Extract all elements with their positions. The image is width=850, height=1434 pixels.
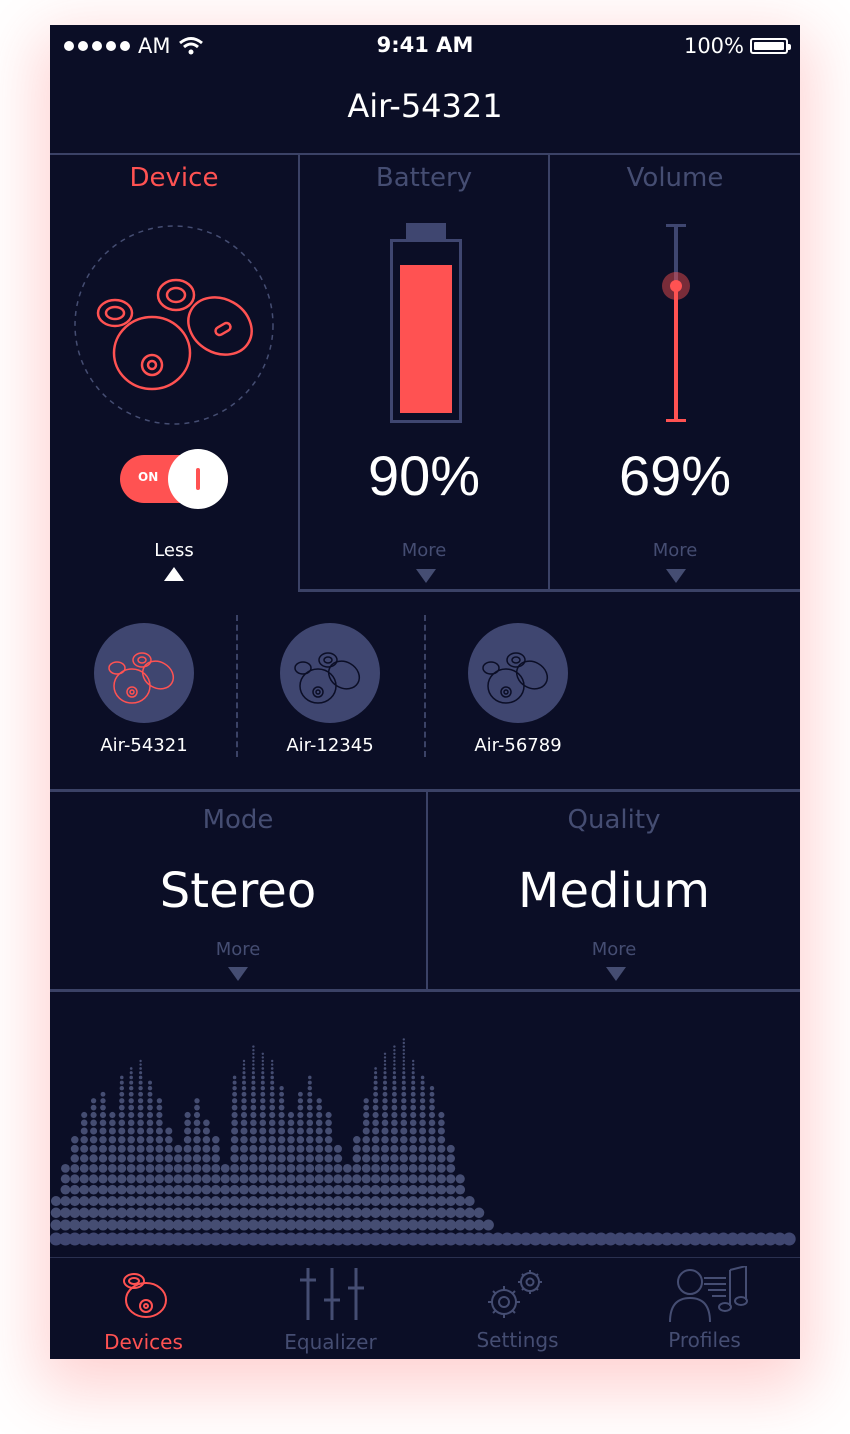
battery-cap — [406, 223, 446, 239]
battery-value: 90% — [367, 444, 481, 507]
device-avatar[interactable] — [94, 623, 194, 723]
equalizer-visualizer — [50, 1038, 796, 1246]
volume-label[interactable]: Volume — [550, 163, 800, 193]
chevron-down-icon[interactable] — [416, 569, 436, 583]
divider — [298, 589, 800, 592]
quality-more-label[interactable]: More — [428, 939, 800, 960]
device-name: Air-56789 — [474, 735, 562, 756]
divider — [548, 153, 550, 589]
device-item[interactable]: Air-56789 — [438, 623, 598, 756]
volume-more-label[interactable]: More — [550, 540, 800, 561]
battery-icon — [750, 38, 791, 54]
tab-settings[interactable]: Settings — [424, 1328, 611, 1352]
slider-bottom-cap — [666, 419, 686, 422]
mode-label[interactable]: Mode — [50, 805, 426, 835]
profile-music-icon[interactable] — [668, 1266, 752, 1322]
device-item[interactable]: Air-54321 — [64, 623, 224, 756]
battery-fill — [400, 265, 452, 413]
tab-profiles[interactable]: Profiles — [611, 1328, 798, 1352]
device-separator — [236, 615, 238, 757]
status-battery: 100% — [683, 34, 791, 58]
earbud-icon — [123, 1273, 167, 1318]
volume-value: 69% — [618, 444, 732, 507]
battery-gauge — [390, 239, 462, 423]
device-name: Air-54321 — [100, 735, 188, 756]
device-avatar[interactable] — [468, 623, 568, 723]
status-bar: AM 9:41 AM 100% — [50, 25, 800, 67]
volume-slider-fill — [674, 286, 678, 421]
volume-slider-knob[interactable] — [662, 272, 690, 300]
less-label[interactable]: Less — [50, 540, 298, 561]
earbuds-icon — [74, 225, 274, 425]
earbuds-icon — [294, 652, 361, 704]
device-name: Air-12345 — [286, 735, 374, 756]
chevron-down-icon[interactable] — [666, 569, 686, 583]
quality-label[interactable]: Quality — [428, 805, 800, 835]
tab-equalizer[interactable]: Equalizer — [237, 1330, 424, 1354]
mode-value: Stereo — [159, 863, 317, 919]
tab-devices[interactable]: Devices — [50, 1330, 237, 1354]
toggle-knob[interactable] — [168, 449, 228, 509]
page-title: Air-54321 — [347, 87, 503, 125]
device-separator — [424, 615, 426, 757]
earbuds-icon — [108, 652, 175, 704]
battery-percent: 100% — [683, 34, 744, 58]
sliders-icon[interactable] — [296, 1266, 368, 1322]
toggle-on-label: ON — [138, 470, 159, 484]
device-tab-label[interactable]: Device — [50, 163, 298, 193]
collapse-arrow-icon[interactable] — [164, 567, 184, 581]
battery-more-label[interactable]: More — [300, 540, 548, 561]
device-item[interactable]: Air-12345 — [250, 623, 410, 756]
divider — [298, 153, 300, 591]
mode-more-label[interactable]: More — [50, 939, 426, 960]
chevron-down-icon[interactable] — [606, 967, 626, 981]
quality-value: Medium — [518, 863, 710, 919]
device-avatar[interactable] — [280, 623, 380, 723]
earbuds-icon — [482, 652, 549, 704]
chevron-down-icon[interactable] — [228, 967, 248, 981]
volume-slider-track[interactable] — [674, 225, 678, 421]
divider — [50, 789, 800, 792]
gears-icon[interactable] — [482, 1266, 550, 1322]
divider — [50, 153, 800, 155]
battery-label[interactable]: Battery — [300, 163, 548, 193]
tab-bar: Devices Equalizer Settings Profiles — [50, 1257, 800, 1359]
phone-screen: AM 9:41 AM 100% Air-54321 Device ON Less… — [50, 25, 800, 1359]
